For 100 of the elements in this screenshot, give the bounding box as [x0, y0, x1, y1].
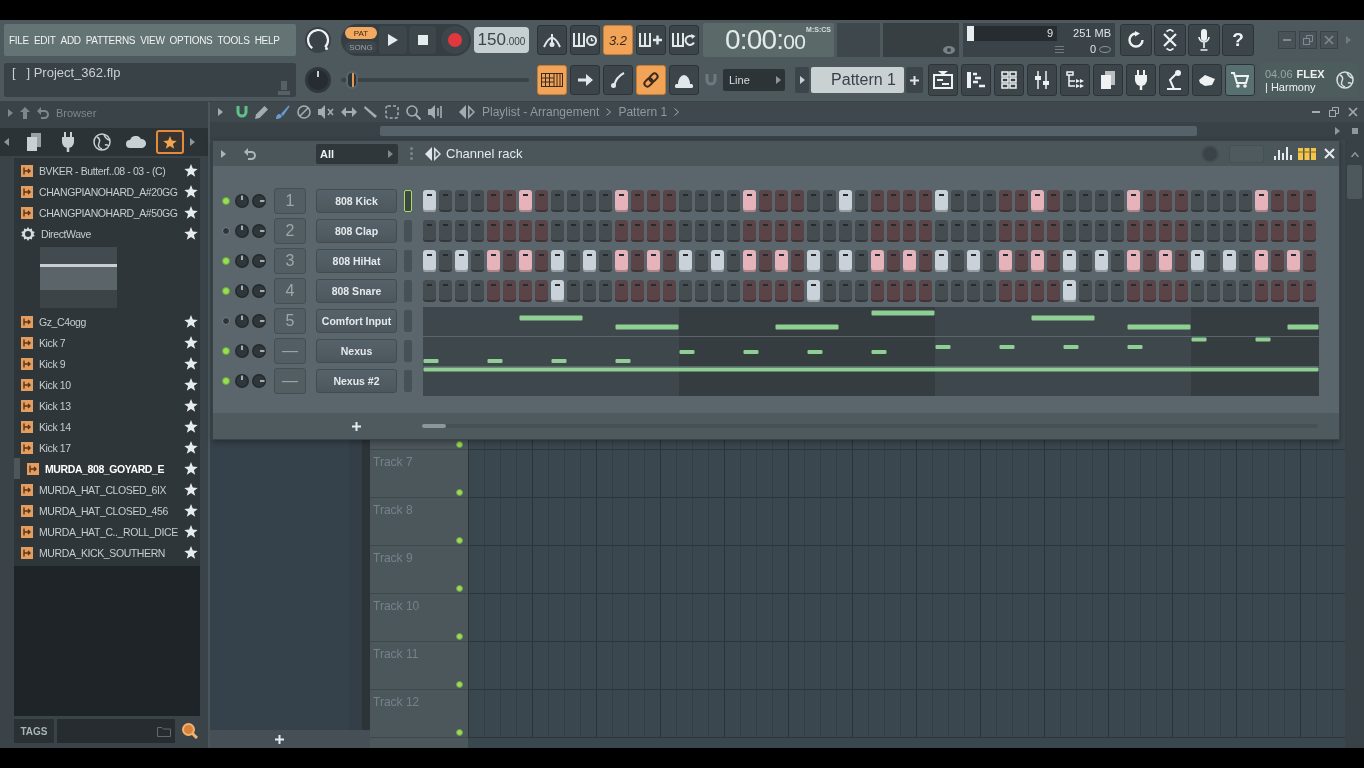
toolbar-button[interactable]: [603, 65, 633, 95]
step-button[interactable]: [1159, 250, 1172, 272]
step-button[interactable]: [1255, 190, 1268, 212]
star-icon[interactable]: [184, 315, 198, 328]
led-icon[interactable]: [222, 347, 230, 355]
step-button[interactable]: [551, 280, 564, 302]
step-button[interactable]: [807, 250, 820, 272]
toolbar-button[interactable]: [1188, 24, 1220, 56]
caret-icon[interactable]: [190, 138, 195, 146]
step-button[interactable]: [519, 250, 532, 272]
knob-icon[interactable]: [252, 284, 266, 298]
step-button[interactable]: [551, 250, 564, 272]
step-button[interactable]: [615, 190, 628, 212]
led-icon[interactable]: [222, 227, 230, 235]
mute-icon[interactable]: [318, 105, 334, 119]
step-button[interactable]: [1031, 250, 1044, 272]
step-button[interactable]: [519, 190, 532, 212]
step-button[interactable]: [1223, 250, 1236, 272]
led-icon[interactable]: [222, 197, 230, 205]
step-button[interactable]: [679, 250, 692, 272]
star-icon[interactable]: [184, 336, 198, 349]
step-button[interactable]: [583, 250, 596, 272]
channel-button[interactable]: 808 Snare: [316, 279, 397, 303]
browser-item[interactable]: MURDA_HAT_CLOSED_6IX: [14, 479, 200, 500]
brush-icon[interactable]: [276, 105, 290, 119]
toolbar-button[interactable]: [1225, 64, 1255, 96]
add-pattern-button[interactable]: [906, 67, 923, 93]
step-button[interactable]: [807, 280, 820, 302]
step-button[interactable]: [1255, 250, 1268, 272]
caret-icon[interactable]: [218, 108, 223, 116]
stop-button[interactable]: [408, 26, 437, 54]
step-button[interactable]: [743, 250, 756, 272]
mode-button[interactable]: SONG: [345, 41, 377, 53]
caret-icon[interactable]: [221, 149, 226, 158]
blocks-icon[interactable]: [1298, 147, 1316, 160]
led-icon[interactable]: [456, 633, 463, 640]
toolbar-button[interactable]: [1159, 64, 1189, 96]
menu-item[interactable]: PATTERNS: [84, 32, 137, 48]
step-button[interactable]: [1063, 250, 1076, 272]
knob-icon[interactable]: [252, 224, 266, 238]
toolbar-button[interactable]: [994, 64, 1024, 96]
step-button[interactable]: [1287, 250, 1300, 272]
star-icon[interactable]: [184, 399, 198, 412]
undo-icon[interactable]: [37, 107, 49, 119]
led-icon[interactable]: [222, 287, 230, 295]
browser-item[interactable]: Kick 17: [14, 437, 200, 458]
add-button[interactable]: [272, 732, 286, 746]
browser-item[interactable]: Kick 9: [14, 353, 200, 374]
led-icon[interactable]: [222, 377, 230, 385]
star-icon[interactable]: [184, 227, 198, 240]
menu-item[interactable]: HELP: [253, 32, 281, 48]
toolbar-button[interactable]: [1192, 64, 1222, 96]
star-icon[interactable]: [184, 206, 198, 219]
magnet-icon[interactable]: [236, 106, 248, 118]
scroll-thumb[interactable]: [1347, 165, 1362, 199]
menu-item[interactable]: TOOLS: [216, 32, 251, 48]
step-button[interactable]: [1031, 190, 1044, 212]
toolbar-button[interactable]: [669, 25, 699, 55]
toolbar-button[interactable]: [570, 25, 600, 55]
no-entry-icon[interactable]: [297, 105, 311, 119]
knob-icon[interactable]: [235, 344, 249, 358]
step-button[interactable]: [935, 250, 948, 272]
slider-handle[interactable]: [346, 71, 359, 89]
toolbar-button[interactable]: [1060, 64, 1090, 96]
close-icon[interactable]: [1348, 107, 1358, 117]
window-button[interactable]: [1299, 31, 1317, 49]
step-button[interactable]: [775, 250, 788, 272]
select-bar[interactable]: [404, 190, 412, 212]
scroll-thumb[interactable]: [422, 424, 446, 428]
toolbar-button[interactable]: [1027, 64, 1057, 96]
toolbar-button[interactable]: [636, 25, 666, 55]
window-button[interactable]: [1278, 31, 1296, 49]
step-button[interactable]: [1063, 280, 1076, 302]
star-icon[interactable]: [184, 420, 198, 433]
step-button[interactable]: [615, 250, 628, 272]
toolbar-button[interactable]: [928, 64, 958, 96]
step-button[interactable]: [871, 250, 884, 272]
knob-icon[interactable]: [305, 27, 331, 53]
search-icon[interactable]: [182, 723, 198, 739]
restore-icon[interactable]: [1329, 107, 1339, 117]
star-icon[interactable]: [184, 483, 198, 496]
menu-item[interactable]: VIEW: [139, 32, 166, 48]
star-icon[interactable]: [184, 164, 198, 177]
search-field[interactable]: [57, 719, 175, 743]
toolbar-button[interactable]: [537, 65, 567, 95]
channel-button[interactable]: Comfort Input: [316, 309, 397, 333]
browser-item[interactable]: MURDA_808_GOYARD_E: [14, 458, 200, 479]
zoom-icon[interactable]: [406, 104, 421, 120]
step-button[interactable]: [1191, 250, 1204, 272]
play-button[interactable]: [379, 26, 407, 54]
star-icon[interactable]: [184, 185, 198, 198]
led-icon[interactable]: [456, 537, 463, 544]
globe-icon[interactable]: [1336, 71, 1354, 89]
star-icon[interactable]: [184, 441, 198, 454]
filter-dropdown[interactable]: All: [316, 143, 398, 164]
browser-tab[interactable]: [156, 130, 184, 154]
star-icon[interactable]: [184, 462, 198, 475]
caret-icon[interactable]: [8, 109, 13, 117]
up-arrow-icon[interactable]: [20, 107, 30, 119]
star-icon[interactable]: [184, 504, 198, 517]
